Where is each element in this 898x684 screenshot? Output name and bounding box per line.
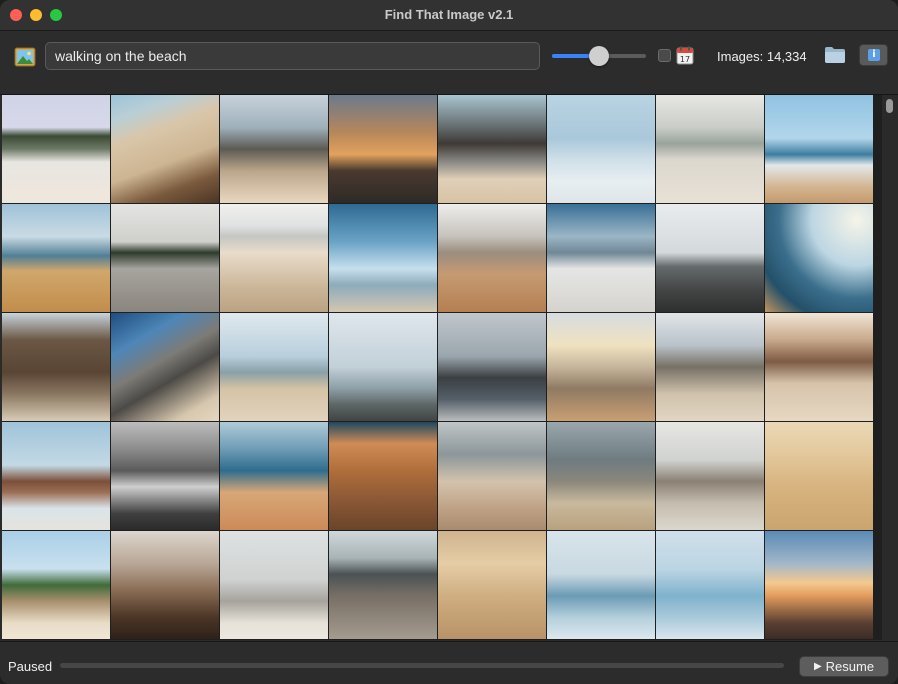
image-thumbnail[interactable] <box>438 95 546 203</box>
image-thumbnail[interactable] <box>2 422 110 530</box>
window-title: Find That Image v2.1 <box>384 7 514 22</box>
image-thumbnail[interactable] <box>220 422 328 530</box>
image-thumbnail[interactable] <box>438 422 546 530</box>
image-thumbnail[interactable] <box>656 204 764 312</box>
image-thumbnail[interactable] <box>111 95 219 203</box>
scroll-thumb[interactable] <box>886 99 893 113</box>
image-thumbnail[interactable] <box>656 422 764 530</box>
image-thumbnail[interactable] <box>111 531 219 639</box>
image-icon <box>14 47 36 67</box>
image-thumbnail[interactable] <box>111 204 219 312</box>
image-count-label: Images: 14,334 <box>717 49 807 64</box>
image-thumbnail[interactable] <box>2 95 110 203</box>
image-grid <box>2 95 882 639</box>
image-thumbnail[interactable] <box>438 313 546 421</box>
image-thumbnail[interactable] <box>547 95 655 203</box>
image-thumbnail[interactable] <box>329 531 437 639</box>
image-thumbnail[interactable] <box>547 204 655 312</box>
image-thumbnail[interactable] <box>547 313 655 421</box>
image-thumbnail[interactable] <box>2 204 110 312</box>
info-button[interactable]: i <box>859 44 888 66</box>
status-bar: Paused ▶ Resume <box>0 641 898 684</box>
image-thumbnail[interactable] <box>547 531 655 639</box>
image-thumbnail[interactable] <box>765 313 873 421</box>
slider-thumb[interactable] <box>589 46 609 66</box>
app-window: Find That Image v2.1 17 <box>0 0 898 684</box>
image-thumbnail[interactable] <box>656 531 764 639</box>
image-thumbnail[interactable] <box>765 422 873 530</box>
image-thumbnail[interactable] <box>765 95 873 203</box>
image-thumbnail[interactable] <box>111 313 219 421</box>
image-thumbnail[interactable] <box>438 531 546 639</box>
toolbar: 17 Images: 14,334 i <box>0 31 898 95</box>
image-thumbnail[interactable] <box>220 95 328 203</box>
image-grid-area[interactable] <box>2 95 882 640</box>
date-filter-checkbox[interactable] <box>658 49 671 62</box>
image-thumbnail[interactable] <box>656 95 764 203</box>
play-icon: ▶ <box>813 661 822 672</box>
image-thumbnail[interactable] <box>2 531 110 639</box>
image-thumbnail[interactable] <box>765 204 873 312</box>
title-bar: Find That Image v2.1 <box>0 0 898 31</box>
image-thumbnail[interactable] <box>329 313 437 421</box>
image-thumbnail[interactable] <box>438 204 546 312</box>
image-thumbnail[interactable] <box>329 204 437 312</box>
image-thumbnail[interactable] <box>111 422 219 530</box>
status-text: Paused <box>8 659 53 674</box>
vertical-scrollbar[interactable] <box>882 95 898 640</box>
image-thumbnail[interactable] <box>765 531 873 639</box>
info-icon: i <box>868 49 880 61</box>
image-thumbnail[interactable] <box>329 422 437 530</box>
image-thumbnail[interactable] <box>656 313 764 421</box>
image-thumbnail[interactable] <box>547 422 655 530</box>
calendar-icon[interactable]: 17 <box>676 46 694 65</box>
resume-button[interactable]: ▶ Resume <box>799 656 889 677</box>
progress-bar <box>60 663 784 668</box>
image-thumbnail[interactable] <box>220 531 328 639</box>
search-input[interactable] <box>45 42 540 70</box>
image-thumbnail[interactable] <box>220 204 328 312</box>
resume-label: Resume <box>825 659 875 674</box>
image-thumbnail[interactable] <box>329 95 437 203</box>
folder-icon[interactable] <box>824 46 846 64</box>
image-thumbnail[interactable] <box>220 313 328 421</box>
similarity-slider[interactable] <box>552 46 646 66</box>
image-thumbnail[interactable] <box>2 313 110 421</box>
svg-text:17: 17 <box>680 55 690 64</box>
